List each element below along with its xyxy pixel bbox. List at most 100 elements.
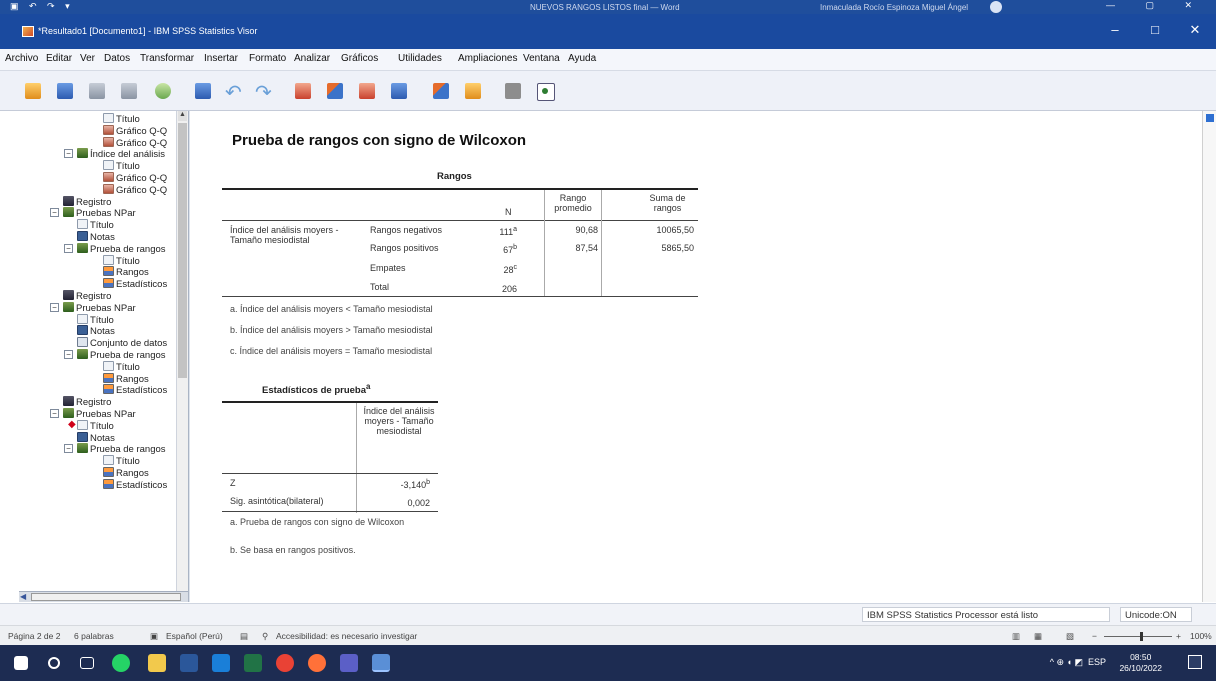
menu-utilidades[interactable]: Utilidades	[398, 53, 442, 64]
test-table-title[interactable]: Estadísticos de pruebaa	[262, 382, 370, 396]
menu-formato[interactable]: Formato	[249, 53, 286, 64]
menu-archivo[interactable]: Archivo	[5, 53, 38, 64]
outline-item[interactable]: − Prueba de rangos	[64, 242, 166, 255]
open-icon[interactable]	[20, 78, 46, 104]
export-icon[interactable]	[150, 78, 176, 104]
redo-icon[interactable]: ↷	[252, 78, 278, 104]
keyboard-language[interactable]: ESP	[1088, 657, 1106, 667]
outline-item[interactable]: Gráfico Q-Q	[103, 124, 167, 137]
hide-icon[interactable]	[500, 78, 526, 104]
collapse-icon[interactable]: −	[50, 302, 59, 312]
outline-pane[interactable]: Título Gráfico Q-Q Gráfico Q-Q − Índice del …	[19, 111, 188, 602]
collapse-icon[interactable]: −	[64, 243, 73, 253]
file-explorer-icon[interactable]	[148, 654, 166, 672]
outline-item[interactable]: Registro	[63, 290, 111, 302]
accessibility-status[interactable]: Accesibilidad: es necesario investigar	[276, 631, 417, 641]
recall-dialog-icon[interactable]	[190, 78, 216, 104]
insert-output-icon[interactable]	[460, 78, 486, 104]
zoom-level[interactable]: 100%	[1190, 631, 1212, 641]
outline-item[interactable]: ◆ Título	[68, 419, 114, 432]
close-button[interactable]: ✕	[1180, 22, 1210, 38]
outline-item[interactable]: Título	[77, 313, 114, 326]
web-layout-icon[interactable]: ▧	[1066, 631, 1074, 642]
outline-item[interactable]: − Prueba de rangos	[64, 443, 166, 455]
scroll-up-icon[interactable]: ▲	[178, 111, 187, 121]
outline-item[interactable]: − Pruebas NPar	[50, 301, 136, 314]
outline-item[interactable]: Título	[103, 254, 140, 267]
system-tray[interactable]: ^ ⊕ ◖ ◩ ESP	[1050, 657, 1106, 668]
ranks-table-title[interactable]: Rangos	[437, 171, 472, 182]
scrollbar-thumb[interactable]	[178, 123, 187, 378]
firefox-icon[interactable]	[308, 654, 326, 672]
outline-item[interactable]: Notas	[77, 231, 115, 243]
outline-item[interactable]: Gráfico Q-Q	[103, 136, 167, 149]
accessibility-icon[interactable]: ⚲	[262, 631, 268, 642]
output-content-pane[interactable]	[190, 111, 1206, 602]
word-window-controls[interactable]: — ▢ ✕	[1106, 0, 1206, 11]
menu-ver[interactable]: Ver	[80, 53, 95, 64]
show-all-icon[interactable]	[428, 78, 454, 104]
menu-graficos[interactable]: Gráficos	[341, 53, 378, 64]
collapse-icon[interactable]: −	[50, 409, 59, 418]
spss-taskbar-icon[interactable]	[372, 654, 390, 672]
outline-item[interactable]: Gráfico Q-Q	[103, 183, 167, 196]
zoom-slider-knob[interactable]	[1140, 632, 1143, 641]
word-icon[interactable]	[180, 654, 198, 672]
outline-item[interactable]: Notas	[77, 325, 115, 337]
proofing-icon[interactable]: ▣	[150, 631, 158, 642]
scrollbar-thumb-horizontal[interactable]	[31, 593, 181, 601]
outline-item[interactable]: − Pruebas NPar	[50, 207, 136, 219]
outline-item[interactable]: Título	[103, 113, 140, 125]
status-icon[interactable]	[532, 78, 558, 104]
task-view-icon[interactable]	[80, 657, 94, 669]
goto-case-icon[interactable]	[322, 78, 348, 104]
clock[interactable]: 08:50 26/10/2022	[1119, 652, 1162, 674]
outline-item[interactable]: Gráfico Q-Q	[103, 172, 167, 184]
menu-datos[interactable]: Datos	[104, 53, 130, 64]
goto-variable-icon[interactable]	[354, 78, 380, 104]
outline-item[interactable]: Estadísticos	[103, 384, 167, 396]
menu-ampliaciones[interactable]: Ampliaciones	[458, 53, 517, 64]
word-count[interactable]: 6 palabras	[74, 631, 114, 641]
menu-transformar[interactable]: Transformar	[140, 53, 194, 64]
language-status[interactable]: Español (Perú)	[166, 631, 223, 641]
menu-analizar[interactable]: Analizar	[294, 53, 330, 64]
maximize-button[interactable]: □	[1140, 22, 1170, 37]
print-layout-icon[interactable]: ▦	[1034, 631, 1042, 642]
outline-item[interactable]: − Índice del análisis	[64, 148, 165, 160]
menu-insertar[interactable]: Insertar	[204, 53, 238, 64]
outline-item[interactable]: Rangos	[103, 266, 149, 278]
output-heading[interactable]: Prueba de rangos con signo de Wilcoxon	[232, 132, 526, 149]
outline-item[interactable]: Estadísticos	[103, 278, 167, 290]
outline-item[interactable]: Rangos	[103, 372, 149, 385]
scroll-left-icon[interactable]: ◀	[20, 592, 26, 601]
chrome-icon[interactable]	[276, 654, 294, 672]
page-count[interactable]: Página 2 de 2	[8, 631, 60, 641]
collapse-icon[interactable]: −	[64, 350, 73, 359]
zoom-out-button[interactable]: −	[1092, 631, 1097, 641]
outline-item[interactable]: Conjunto de datos	[77, 337, 167, 349]
whatsapp-icon[interactable]	[112, 654, 130, 672]
outlook-icon[interactable]	[212, 654, 230, 672]
outline-item[interactable]: Rangos	[103, 467, 149, 479]
collapse-icon[interactable]: −	[64, 444, 73, 454]
goto-data-icon[interactable]	[290, 78, 316, 104]
menu-ayuda[interactable]: Ayuda	[568, 53, 596, 64]
print-icon[interactable]	[84, 78, 110, 104]
outline-item[interactable]: − Prueba de rangos	[64, 349, 166, 361]
undo-icon[interactable]: ↶	[222, 78, 248, 104]
menu-ventana[interactable]: Ventana	[523, 53, 560, 64]
outline-item[interactable]: Notas	[77, 431, 115, 444]
tray-icons[interactable]: ^ ⊕ ◖ ◩	[1050, 657, 1083, 667]
zoom-in-button[interactable]: +	[1176, 631, 1181, 641]
read-mode-icon[interactable]: ▥	[1012, 631, 1020, 642]
variables-icon[interactable]	[386, 78, 412, 104]
outline-horizontal-scrollbar[interactable]: ◀	[19, 591, 188, 602]
content-vertical-scrollbar[interactable]	[1202, 111, 1216, 602]
excel-icon[interactable]	[244, 654, 262, 672]
collapse-icon[interactable]: −	[64, 149, 73, 159]
outline-item[interactable]: Registro	[63, 396, 111, 408]
outline-item[interactable]: Título	[103, 455, 140, 467]
minimize-button[interactable]: –	[1100, 22, 1130, 37]
windows-start-icon[interactable]	[14, 656, 28, 670]
